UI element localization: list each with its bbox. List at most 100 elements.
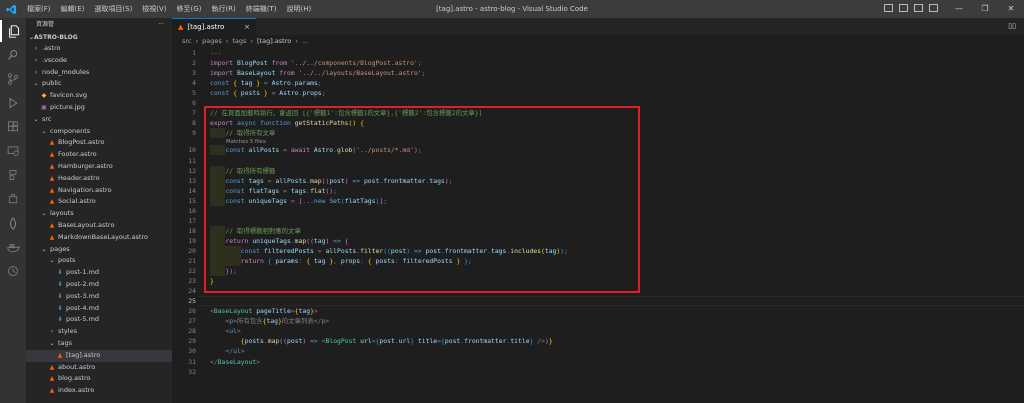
menu-item[interactable]: 說明(H) xyxy=(282,0,317,18)
tree-folder[interactable]: › .astro xyxy=(26,43,172,55)
code-token: '../../layouts/BaseLayout.astro' xyxy=(298,69,422,78)
code-editor[interactable]: 1 2 3 4 5 6 7 8 9 10 11 12 13 14 15 16 17 18 19 20 21 22 23 24 2… xyxy=(172,48,1024,403)
tree-file[interactable]: ⬇ post-5.md xyxy=(26,314,172,326)
timeline-icon[interactable] xyxy=(0,260,26,282)
tree-file[interactable]: ▲ MarkdownBaseLayout.astro xyxy=(26,232,172,244)
github-icon[interactable] xyxy=(0,188,26,210)
code-line[interactable]: const { posts } = Astro.props; xyxy=(210,88,326,98)
tree-folder[interactable]: ⌄ components xyxy=(26,126,172,138)
tree-folder[interactable]: ⌄ posts xyxy=(26,255,172,267)
tree-item-label: pages xyxy=(50,244,70,253)
tree-file[interactable]: ▲ blog.astro xyxy=(26,373,172,385)
toggle-panel-icon[interactable] xyxy=(899,4,908,12)
code-line[interactable]: <p>所有包含{tag}的文章列表</p> xyxy=(210,316,329,326)
code-line[interactable]: const { tag } = Astro.params; xyxy=(210,78,322,88)
code-token: 所有包含 xyxy=(236,317,263,326)
chevron-down-icon: ⌄ xyxy=(41,127,47,135)
tree-item-label: Navigation.astro xyxy=(58,185,112,194)
astro-file-icon: ▲ xyxy=(49,139,55,147)
tree-folder[interactable]: ⌄ src xyxy=(26,114,172,126)
tree-item-label: favicon.svg xyxy=(50,91,88,100)
tree-folder[interactable]: › styles xyxy=(26,326,172,338)
explorer-icon[interactable] xyxy=(0,20,26,42)
code-token: ; xyxy=(317,79,322,88)
breadcrumb-item[interactable]: [tag].astro xyxy=(257,35,291,48)
line-number: 24 xyxy=(188,287,196,296)
customize-layout-icon[interactable] xyxy=(929,4,938,12)
astro-file-icon: ▲ xyxy=(49,198,55,206)
menu-item[interactable]: 編輯(E) xyxy=(56,0,90,18)
code-token: { xyxy=(233,89,241,98)
tree-folder[interactable]: ⌄ pages xyxy=(26,244,172,256)
tree-file[interactable]: ▲ BlogPost.astro xyxy=(26,137,172,149)
astro-file-icon: ▲ xyxy=(49,387,55,395)
astro-file-icon: ▲ xyxy=(49,233,55,241)
code-token: params xyxy=(294,79,318,88)
tree-file[interactable]: ▲ about.astro xyxy=(26,362,172,374)
tree-folder[interactable]: › node_modules xyxy=(26,67,172,79)
tree-folder[interactable]: › .vscode xyxy=(26,55,172,67)
close-window-icon[interactable]: ✕ xyxy=(998,0,1024,18)
code-token: BlogPost xyxy=(236,59,268,68)
code-line[interactable]: import BlogPost from '../../components/B… xyxy=(210,58,422,68)
chevron-down-icon: ⌄ xyxy=(49,257,55,265)
menu-item[interactable]: 檢視(V) xyxy=(137,0,171,18)
more-actions-icon[interactable]: ··· xyxy=(158,18,164,32)
code-line[interactable]: </BaseLayout> xyxy=(210,357,260,367)
menu-item[interactable]: 移至(G) xyxy=(172,0,207,18)
breadcrumb-item[interactable]: tags xyxy=(232,35,246,48)
code-line[interactable]: {posts.map((post) => <BlogPost url={post… xyxy=(210,336,553,346)
search-icon[interactable] xyxy=(0,44,26,66)
extensions-icon[interactable] xyxy=(0,116,26,138)
mongodb-icon[interactable] xyxy=(0,212,26,234)
breadcrumb-item[interactable]: pages xyxy=(202,35,222,48)
tree-file[interactable]: ▣ picture.jpg xyxy=(26,102,172,114)
code-line[interactable]: <BaseLayout pageTitle={tag}> xyxy=(210,306,318,316)
toggle-secondary-sidebar-icon[interactable] xyxy=(914,4,923,12)
docker-icon[interactable] xyxy=(0,236,26,258)
tree-file[interactable]: ⬇ post-1.md xyxy=(26,267,172,279)
tree-file[interactable]: ⬇ post-2.md xyxy=(26,279,172,291)
tree-file[interactable]: ⬇ post-4.md xyxy=(26,303,172,315)
menu-item[interactable]: 選取項目(S) xyxy=(89,0,137,18)
tree-folder[interactable]: ⌄ tags xyxy=(26,338,172,350)
code-line[interactable]: import BaseLayout from '../../layouts/Ba… xyxy=(210,68,426,78)
tree-item-label: layouts xyxy=(50,209,74,218)
menu-item[interactable]: 檔案(F) xyxy=(22,0,56,18)
testing-icon[interactable] xyxy=(0,164,26,186)
tree-file[interactable]: ◆ favicon.svg xyxy=(26,90,172,102)
close-tab-icon[interactable]: × xyxy=(244,23,250,31)
code-token: => xyxy=(306,337,322,346)
tree-file[interactable]: ▲ Header.astro xyxy=(26,173,172,185)
tree-file[interactable]: ▲ Navigation.astro xyxy=(26,185,172,197)
tree-file[interactable]: ⬇ post-3.md xyxy=(26,291,172,303)
code-line[interactable]: --- xyxy=(210,48,222,58)
code-line[interactable]: <ul> xyxy=(210,326,240,336)
tree-folder[interactable]: ⌄ layouts xyxy=(26,208,172,220)
menu-bar: 檔案(F) 編輯(E) 選取項目(S) 檢視(V) 移至(G) 執行(R) 終端機(T) 說明… xyxy=(22,0,316,18)
source-control-icon[interactable] xyxy=(0,68,26,90)
run-debug-icon[interactable] xyxy=(0,92,26,114)
menu-item[interactable]: 終端機(T) xyxy=(241,0,282,18)
split-editor-icon[interactable]: ▯▯ xyxy=(1008,22,1016,30)
remote-explorer-icon[interactable] xyxy=(0,140,26,162)
minimize-icon[interactable]: — xyxy=(946,0,972,18)
tree-file[interactable]: ▲ Footer.astro xyxy=(26,149,172,161)
code-line[interactable]: </ul> xyxy=(210,346,244,356)
tree-folder[interactable]: ⌄ public xyxy=(26,78,172,90)
tab-tag-astro[interactable]: ▲ [tag].astro × xyxy=(172,18,256,35)
code-token: post xyxy=(287,337,303,346)
line-number: 5 xyxy=(192,89,196,98)
tree-file[interactable]: ▲ Social.astro xyxy=(26,196,172,208)
breadcrumb-item[interactable]: src xyxy=(182,35,192,48)
toggle-sidebar-icon[interactable] xyxy=(884,4,893,12)
tree-file[interactable]: ▲ index.astro xyxy=(26,385,172,397)
project-root[interactable]: ⌄ASTRO-BLOG xyxy=(26,32,172,43)
chevron-down-icon: ⌄ xyxy=(41,245,47,253)
breadcrumb-item[interactable]: ... xyxy=(302,35,308,48)
maximize-icon[interactable]: ❐ xyxy=(972,0,998,18)
menu-item[interactable]: 執行(R) xyxy=(206,0,240,18)
tree-file[interactable]: ▲ Hamburger.astro xyxy=(26,161,172,173)
tree-file[interactable]: ▲ [tag].astro xyxy=(26,349,172,362)
tree-file[interactable]: ▲ BaseLayout.astro xyxy=(26,220,172,232)
